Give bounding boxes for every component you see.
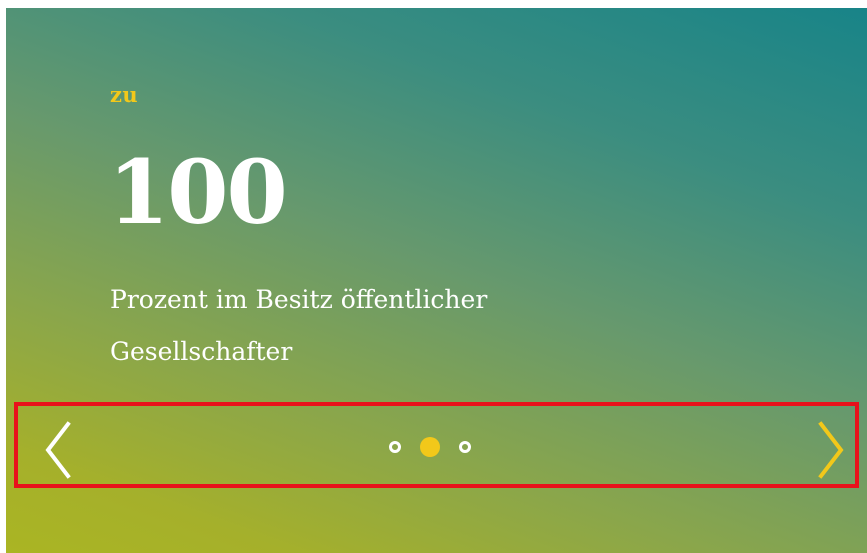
slide-description-line: Prozent im Besitz öffentlicher — [110, 285, 488, 314]
page: zu 100 Prozent im Besitz öffentlicher Ge… — [0, 0, 867, 553]
carousel-slide: zu 100 Prozent im Besitz öffentlicher Ge… — [6, 8, 867, 553]
slide-description-line: Gesellschafter — [110, 337, 293, 366]
next-slide-button[interactable] — [807, 410, 847, 480]
pagination-dot-active[interactable] — [420, 437, 440, 457]
carousel-navigation — [14, 402, 859, 488]
chevron-right-icon — [818, 421, 844, 479]
previous-slide-button[interactable] — [38, 410, 78, 480]
pagination-dot[interactable] — [459, 441, 471, 453]
pagination-dots — [389, 436, 471, 458]
chevron-left-icon — [45, 421, 71, 479]
slide-description: Prozent im Besitz öffentlicher Gesellsch… — [110, 274, 670, 378]
slide-prefix: zu — [110, 82, 139, 107]
slide-big-number: 100 — [108, 140, 288, 244]
pagination-dot[interactable] — [389, 441, 401, 453]
